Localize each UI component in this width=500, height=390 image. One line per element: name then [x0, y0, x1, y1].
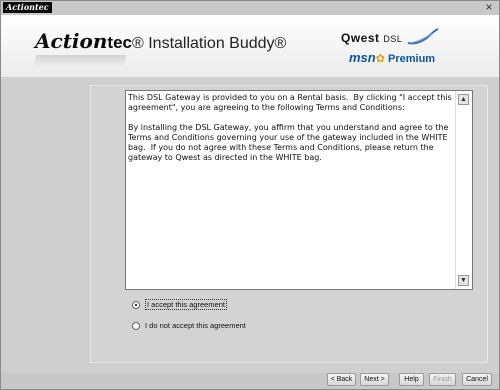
- brand-product-name: ® Installation Buddy®: [132, 35, 287, 52]
- brand-reflection: [33, 55, 127, 67]
- msn-premium-logo: msn✿ Premium: [349, 50, 435, 65]
- decline-option[interactable]: I do not accept this agreement: [132, 321, 246, 330]
- decline-label[interactable]: I do not accept this agreement: [145, 321, 246, 330]
- agreement-scrollbar[interactable]: ▲ ▼: [455, 91, 472, 289]
- dsl-text: DSL: [383, 34, 403, 44]
- brand-action-text: Action: [35, 29, 108, 53]
- header-banner: Actiontec® Installation Buddy® Qwest DSL…: [1, 15, 499, 77]
- installer-window: Actiontec × Actiontec® Installation Budd…: [0, 0, 500, 390]
- next-button[interactable]: Next >: [360, 373, 389, 386]
- finish-button: Finish: [429, 373, 456, 386]
- agreement-paragraph-1: This DSL Gateway is provided to you on a…: [128, 93, 454, 112]
- back-button[interactable]: < Back: [327, 373, 356, 386]
- premium-text: Premium: [388, 53, 436, 65]
- title-bar: Actiontec ×: [1, 1, 499, 15]
- qwest-swoosh-icon: [407, 28, 439, 45]
- decline-radio[interactable]: [132, 321, 140, 330]
- agreement-textbox[interactable]: This DSL Gateway is provided to you on a…: [125, 90, 473, 290]
- scroll-up-arrow-icon[interactable]: ▲: [458, 94, 469, 105]
- product-title: Actiontec® Installation Buddy®: [35, 29, 286, 53]
- accept-radio[interactable]: [132, 300, 140, 309]
- msn-butterfly-icon: ✿: [375, 53, 385, 65]
- agreement-text: This DSL Gateway is provided to you on a…: [128, 93, 454, 287]
- actiontec-title-logo: Actiontec: [3, 2, 52, 13]
- scroll-down-arrow-icon[interactable]: ▼: [458, 275, 469, 286]
- accept-option[interactable]: I accept this agreement: [132, 299, 227, 310]
- msn-text: msn: [349, 50, 376, 65]
- qwest-text: Qwest: [341, 31, 380, 45]
- cancel-button[interactable]: Cancel: [462, 373, 492, 386]
- agreement-paragraph-2: By installing the DSL Gateway, you affir…: [128, 123, 452, 162]
- button-bar: [1, 373, 499, 389]
- accept-label[interactable]: I accept this agreement: [145, 299, 227, 310]
- brand-tec-text: tec: [107, 33, 132, 52]
- help-button[interactable]: Help: [399, 373, 424, 386]
- close-button[interactable]: ×: [483, 1, 495, 14]
- qwest-dsl-logo: Qwest DSL: [341, 31, 402, 45]
